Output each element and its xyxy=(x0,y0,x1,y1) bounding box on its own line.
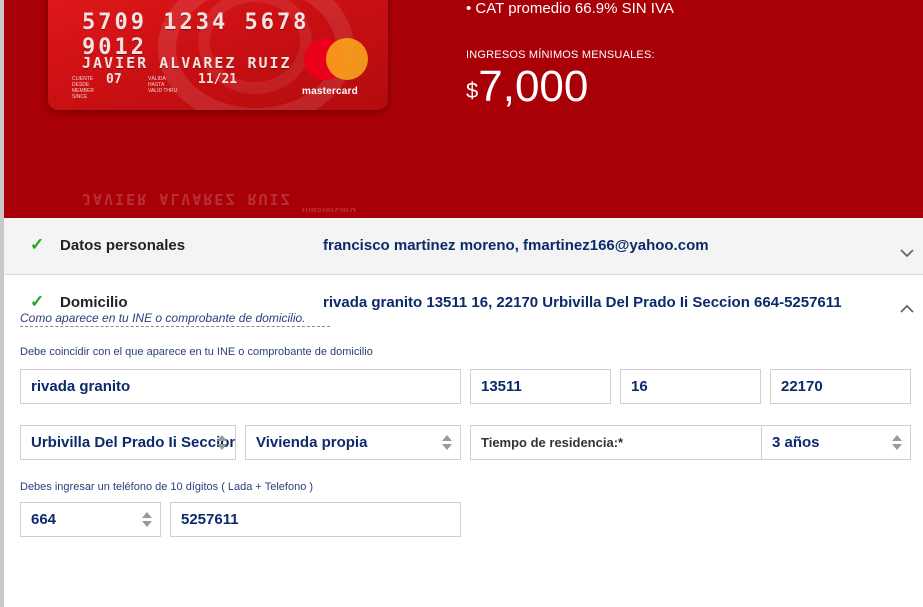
check-icon: ✓ xyxy=(30,292,45,311)
residence-time-select[interactable]: 3 años xyxy=(761,425,911,460)
card-reflection-name: JAVIER ALVAREZ RUIZ xyxy=(82,190,292,208)
phone-help-text: Debes ingresar un teléfono de 10 dígitos… xyxy=(20,481,314,493)
chevron-up-icon[interactable] xyxy=(900,297,914,318)
section-title-personal: Datos personales xyxy=(60,237,186,254)
lada-value: 664 xyxy=(31,511,57,528)
select-arrows-icon xyxy=(217,435,227,451)
income-value: 7,000 xyxy=(478,62,589,111)
offer-banner: 5709 1234 5678 9012 JAVIER ALVAREZ RUIZ … xyxy=(4,0,923,218)
mastercard-logo-icon xyxy=(300,38,376,84)
colonia-value: Urbivilla Del Prado Ii Seccion xyxy=(31,434,236,451)
select-arrows-icon xyxy=(892,435,902,451)
chevron-down-icon[interactable] xyxy=(900,242,914,263)
select-arrows-icon xyxy=(442,435,452,451)
income-label: INGRESOS MÍNIMOS MENSUALES: xyxy=(466,49,655,61)
card-valid-thru-label: VÁLIDA HASTA VALID THRU xyxy=(148,76,178,94)
phone-input[interactable]: 5257611 xyxy=(170,502,461,537)
lada-select[interactable]: 664 xyxy=(20,502,161,537)
address-summary: rivada granito 13511 16, 22170 Urbivilla… xyxy=(323,294,842,311)
ext-number-input[interactable]: 13511 xyxy=(470,369,611,404)
zip-input[interactable]: 22170 xyxy=(770,369,911,404)
currency-symbol: $ xyxy=(466,78,479,103)
credit-card-image: 5709 1234 5678 9012 JAVIER ALVAREZ RUIZ … xyxy=(48,0,388,110)
address-help-text: Debe coincidir con el que aparece en tu … xyxy=(20,346,373,358)
int-number-input[interactable]: 16 xyxy=(620,369,761,404)
card-holder-name: JAVIER ALVAREZ RUIZ xyxy=(82,54,292,72)
colonia-select[interactable]: Urbivilla Del Prado Ii Seccion xyxy=(20,425,236,460)
card-valid-thru: 11/21 xyxy=(198,72,238,87)
card-reflection-brand: mastercard xyxy=(302,205,356,212)
personal-summary: francisco martinez moreno, fmartinez166@… xyxy=(323,237,709,254)
card-member-since-label: CLIENTE DESDE MEMBER SINCE xyxy=(72,76,94,100)
section-title-address: Domicilio xyxy=(60,294,128,311)
check-icon: ✓ xyxy=(30,235,45,254)
housing-type-value: Vivienda propia xyxy=(256,434,368,451)
card-brand-label: mastercard xyxy=(302,86,358,97)
select-arrows-icon xyxy=(142,512,152,528)
income-amount: $7,000 xyxy=(466,62,588,112)
card-member-since: 07 xyxy=(106,72,122,87)
card-reflection: JAVIER ALVAREZ RUIZ mastercard xyxy=(48,112,388,212)
cat-info: • CAT promedio 66.9% SIN IVA xyxy=(466,0,674,17)
address-tooltip-hint: Como aparece en tu INE o comprobante de … xyxy=(20,310,330,327)
housing-type-select[interactable]: Vivienda propia xyxy=(245,425,461,460)
street-input[interactable]: rivada granito xyxy=(20,369,461,404)
section-personal-data[interactable]: ✓ Datos personales francisco martinez mo… xyxy=(4,218,923,275)
residence-time-value: 3 años xyxy=(772,434,820,451)
residence-time-label: Tiempo de residencia:* xyxy=(470,425,762,460)
